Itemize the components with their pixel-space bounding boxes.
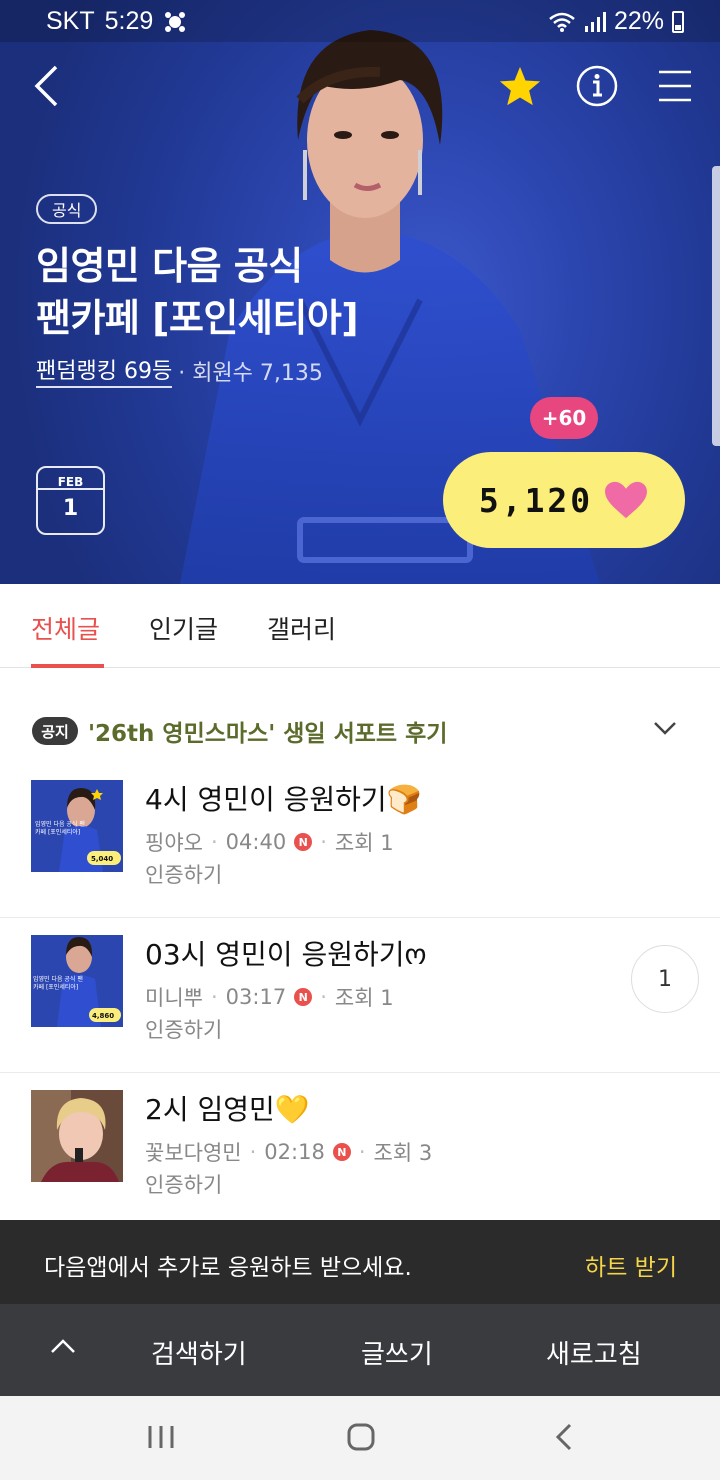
- post-category: 인증하기: [145, 1173, 223, 1197]
- member-count: · 회원수 7,135: [178, 360, 323, 386]
- scroll-top-icon[interactable]: [48, 1336, 78, 1358]
- official-badge: 공식: [36, 194, 98, 224]
- heart-bonus-badge: +60: [530, 397, 598, 439]
- new-badge: N: [332, 1143, 351, 1161]
- post-meta: 핑야오 · 04:40 N · 조회 1: [145, 827, 394, 857]
- date-month: FEB: [38, 468, 103, 490]
- post-item[interactable]: 임영민 다음 공식 팬 카페 [포인세티아] 5,040 4시 영민이 응원하기…: [0, 763, 720, 918]
- star-icon: [499, 66, 541, 106]
- post-category: 인증하기: [145, 863, 223, 887]
- banner-text: 다음앱에서 추가로 응원하트 받으세요.: [44, 1255, 412, 1281]
- comment-count-badge[interactable]: 1: [631, 945, 699, 1013]
- fandom-rank-link[interactable]: 팬덤랭킹 69등: [36, 353, 173, 388]
- post-time: 02:18: [264, 1140, 325, 1164]
- signal-icon: [584, 11, 606, 32]
- post-views: 조회 3: [373, 1141, 433, 1165]
- notice-row[interactable]: 공지 '26th 영민스마스' 생일 서포트 후기: [0, 700, 720, 760]
- system-nav-bar: [0, 1396, 720, 1480]
- post-title[interactable]: 03시 영민이 응원하기ო: [145, 933, 427, 973]
- post-time: 04:40: [225, 830, 287, 854]
- favorite-button[interactable]: [496, 62, 544, 110]
- new-badge: N: [294, 833, 313, 851]
- post-author: 핑야오: [145, 831, 203, 855]
- info-button[interactable]: [573, 62, 621, 110]
- status-bar: SKT 5:29 22%: [0, 0, 720, 42]
- refresh-button[interactable]: 새로고침: [546, 1334, 642, 1371]
- scroll-indicator: [712, 166, 720, 446]
- post-item[interactable]: 임영민 다음 공식 팬 카페 [포인세티아] 4,860 03시 영민이 응원하…: [0, 918, 720, 1073]
- new-badge: N: [294, 988, 313, 1006]
- post-views: 조회 1: [334, 831, 394, 855]
- post-author: 꽃보다영민: [145, 1141, 242, 1165]
- date-day: 1: [62, 496, 79, 521]
- carrier-label: SKT: [46, 7, 95, 35]
- heart-icon: [605, 481, 648, 519]
- cafe-hero: SKT 5:29 22% 공식 임영민 다음 공식 팬카페 [포인세티아] 팬덤…: [0, 0, 720, 584]
- menu-button[interactable]: [651, 62, 699, 110]
- post-meta: 꽃보다영민 · 02:18 N · 조회 3: [145, 1137, 432, 1167]
- system-back-icon[interactable]: [550, 1422, 580, 1452]
- clock: 5:29: [104, 7, 154, 35]
- post-thumbnail: 임영민 다음 공식 팬 카페 [포인세티아] 5,040: [31, 780, 123, 872]
- post-views: 조회 1: [334, 986, 394, 1010]
- cafe-meta: 팬덤랭킹 69등 · 회원수 7,135: [36, 353, 323, 388]
- chevron-down-icon[interactable]: [650, 718, 680, 738]
- hamburger-menu-icon: [659, 70, 691, 102]
- post-title[interactable]: 4시 영민이 응원하기🍞: [145, 778, 422, 818]
- post-time: 03:17: [225, 985, 287, 1009]
- thumb-heart-count: 5,040: [91, 855, 113, 863]
- notice-tag: 공지: [32, 717, 78, 745]
- active-tab-indicator: [31, 664, 104, 668]
- post-meta: 미니뿌 · 03:17 N · 조회 1: [145, 982, 394, 1012]
- post-author: 미니뿌: [145, 986, 203, 1010]
- tab-gallery[interactable]: 갤러리: [267, 610, 336, 646]
- chevron-left-icon: [34, 65, 58, 107]
- recent-apps-icon[interactable]: [146, 1422, 176, 1452]
- notice-title[interactable]: '26th 영민스마스' 생일 서포트 후기: [88, 714, 447, 748]
- date-badge: FEB 1: [36, 466, 105, 535]
- info-icon: [576, 65, 618, 107]
- wifi-icon: [549, 12, 575, 32]
- thumb-title-line2: 카페 [포인세티아]: [35, 828, 80, 836]
- back-button[interactable]: [22, 62, 70, 110]
- battery-percent: 22%: [613, 7, 664, 35]
- thumb-title-line1: 임영민 다음 공식 팬: [35, 820, 85, 828]
- post-thumbnail: [31, 1090, 123, 1182]
- write-button[interactable]: 글쓰기: [361, 1334, 433, 1371]
- get-hearts-button[interactable]: 하트 받기: [585, 1248, 677, 1282]
- search-button[interactable]: 검색하기: [151, 1334, 247, 1371]
- post-thumbnail: 임영민 다음 공식 팬 카페 [포인세티아] 4,860: [31, 935, 123, 1027]
- app-notification-icon: [165, 11, 186, 32]
- post-title[interactable]: 2시 임영민💛: [145, 1088, 310, 1128]
- cafe-title-line1: 임영민 다음 공식: [36, 244, 303, 288]
- cheer-heart-button[interactable]: 5,120: [443, 452, 685, 548]
- home-icon[interactable]: [346, 1422, 376, 1452]
- thumb-heart-count: 4,860: [92, 1012, 114, 1020]
- tab-all-posts[interactable]: 전체글: [31, 610, 100, 646]
- post-category: 인증하기: [145, 1018, 223, 1042]
- bottom-toolbar: 검색하기 글쓰기 새로고침: [0, 1304, 720, 1396]
- thumb-title-line1: 임영민 다음 공식 팬: [33, 975, 83, 983]
- post-item[interactable]: 2시 임영민💛 꽃보다영민 · 02:18 N · 조회 3 인증하기: [0, 1073, 720, 1228]
- app-promo-banner: 다음앱에서 추가로 응원하트 받으세요. 하트 받기: [0, 1220, 720, 1304]
- cafe-title-line2: 팬카페 [포인세티아]: [36, 296, 359, 340]
- cafe-title: 임영민 다음 공식 팬카페 [포인세티아]: [36, 240, 456, 344]
- board-tabs: 전체글 인기글 갤러리: [0, 584, 720, 668]
- battery-icon: [672, 10, 684, 33]
- heart-count: 5,120: [478, 480, 594, 520]
- thumb-title-line2: 카페 [포인세티아]: [33, 983, 78, 991]
- tab-popular-posts[interactable]: 인기글: [149, 610, 218, 646]
